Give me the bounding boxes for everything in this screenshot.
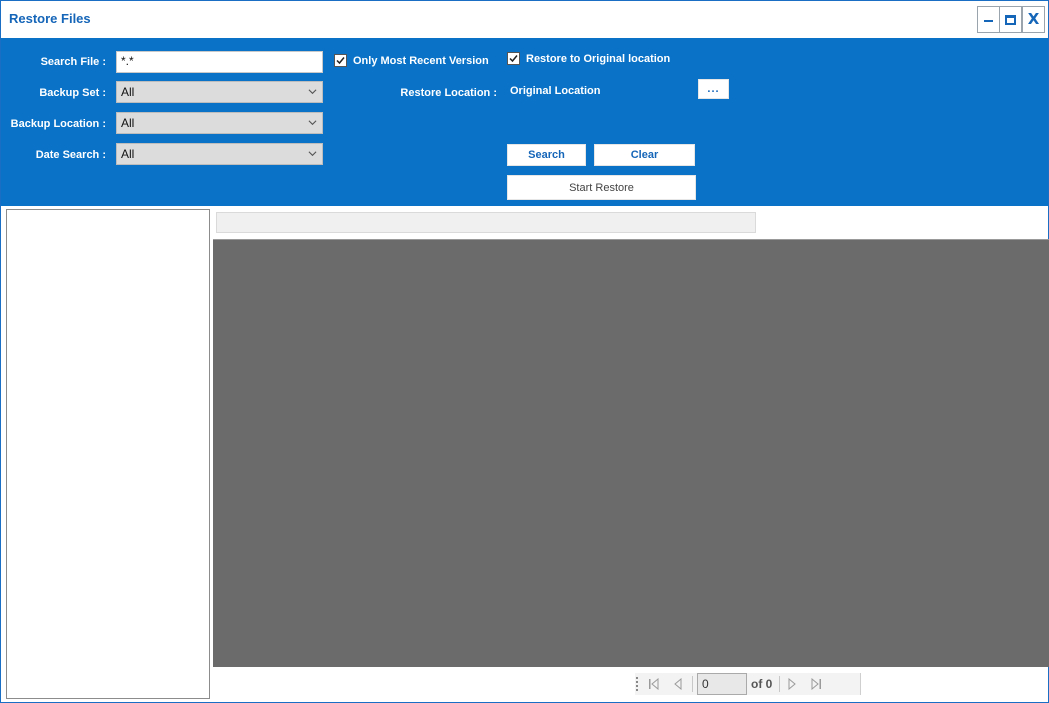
page-count-label: of 0 [751,677,773,691]
browse-location-button[interactable]: ... [698,79,729,99]
date-search-select[interactable]: All [116,143,323,165]
restore-original-label: Restore to Original location [526,52,671,65]
first-page-icon [649,678,659,690]
maximize-icon [1005,14,1016,25]
only-recent-label: Only Most Recent Version [353,54,489,67]
restore-location-label: Restore Location : [400,87,497,99]
checkbox-checked-icon [507,52,520,65]
last-page-icon [811,678,821,690]
next-page-icon [788,678,796,690]
checkbox-checked-icon [334,54,347,67]
search-options-panel: Search File : *.* Backup Set : All Backu… [1,38,1048,206]
minimize-button[interactable] [977,6,1000,33]
file-results-grid[interactable] [213,239,1049,667]
first-page-button[interactable] [647,677,661,691]
backup-location-label: Backup Location : [10,118,106,130]
search-file-label: Search File : [40,56,106,68]
date-search-label: Date Search : [35,149,106,161]
pager-toolbar: 0 of 0 [635,673,861,695]
search-file-input[interactable]: *.* [116,51,323,73]
search-button[interactable]: Search [507,144,586,166]
next-page-button[interactable] [785,677,799,691]
restore-original-checkbox[interactable]: Restore to Original location [507,52,670,65]
chevron-down-icon [308,151,317,157]
chevron-down-icon [308,120,317,126]
last-page-button[interactable] [809,677,823,691]
backup-set-value: All [121,85,135,99]
only-recent-checkbox[interactable]: Only Most Recent Version [334,54,489,67]
backup-set-label: Backup Set : [39,87,106,99]
toolbar-grip-icon [636,677,639,691]
pager-separator [779,676,780,692]
clear-button[interactable]: Clear [594,144,695,166]
minimize-icon [984,19,993,22]
start-restore-button[interactable]: Start Restore [507,175,696,200]
backup-location-value: All [121,116,135,130]
restore-location-value: Original Location [510,85,601,97]
backup-set-select[interactable]: All [116,81,323,103]
close-icon: X [1027,10,1040,28]
previous-page-button[interactable] [671,677,685,691]
window-title: Restore Files [9,11,91,26]
grid-header-strip [216,212,756,233]
previous-page-icon [674,678,682,690]
title-bar[interactable]: Restore Files X [1,1,1048,37]
restore-files-window: Restore Files X Search File : *.* Backup… [0,0,1049,703]
close-button[interactable]: X [1022,6,1045,33]
chevron-down-icon [308,89,317,95]
pager-separator [692,676,693,692]
folder-tree-pane[interactable] [6,209,210,699]
date-search-value: All [121,147,135,161]
backup-location-select[interactable]: All [116,112,323,134]
maximize-button[interactable] [999,6,1022,33]
page-number-input[interactable]: 0 [697,673,747,695]
